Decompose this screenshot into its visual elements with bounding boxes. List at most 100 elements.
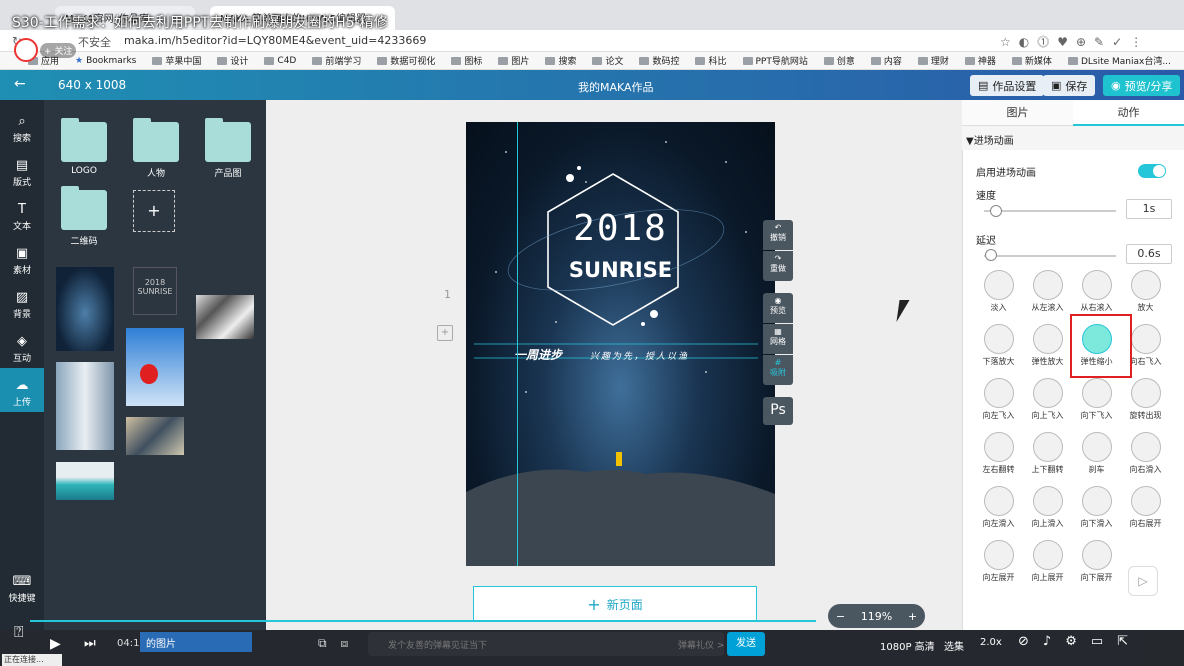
delay-slider-knob[interactable]: [985, 249, 997, 261]
save-button[interactable]: ▣ 保存: [1043, 75, 1096, 96]
bookmark-item[interactable]: DLsite Maniax台湾...: [1067, 54, 1171, 67]
new-page-button[interactable]: + 新页面: [473, 586, 757, 622]
avatar[interactable]: [14, 38, 38, 62]
image-thumbnail[interactable]: [56, 267, 114, 351]
animation-option[interactable]: 向上展开: [1023, 540, 1072, 583]
nav-layout[interactable]: ▤ 版式: [0, 158, 44, 188]
animation-option[interactable]: 上下翻转: [1023, 432, 1072, 475]
bookmark-item[interactable]: 图片: [498, 54, 529, 67]
animation-option[interactable]: 向左展开: [974, 540, 1023, 583]
grid-tool[interactable]: ▦ 网格: [763, 324, 793, 354]
folder-icon[interactable]: [205, 118, 251, 162]
folder-icon[interactable]: [61, 186, 107, 230]
image-thumbnail[interactable]: [56, 462, 114, 500]
bookmark-item[interactable]: 前端学习: [312, 54, 361, 67]
animation-option[interactable]: 向右展开: [1121, 486, 1170, 529]
enable-toggle[interactable]: [1138, 164, 1166, 178]
animation-option[interactable]: 下落放大: [974, 324, 1023, 367]
animation-option[interactable]: 向下飞入: [1072, 378, 1121, 421]
extension-icons[interactable]: ☆◐⓵♥⊕✎✓⋮: [1000, 33, 1150, 50]
folder-icon[interactable]: [133, 118, 179, 162]
video-progress-bar[interactable]: [30, 620, 816, 622]
animation-option[interactable]: 刹车: [1072, 432, 1121, 475]
bookmark-item[interactable]: 神器: [964, 54, 996, 67]
nav-background[interactable]: ▨ 背景: [0, 290, 44, 320]
delay-value-field[interactable]: 0.6s: [1126, 244, 1172, 264]
speed-slider-knob[interactable]: [990, 205, 1002, 217]
animation-option[interactable]: 旋转出现: [1121, 378, 1170, 421]
nav-search[interactable]: ⌕ 搜索: [0, 114, 44, 144]
danmaku-toggle-icons[interactable]: ⧉⧈: [318, 636, 362, 651]
animation-option[interactable]: 从左滚入: [1023, 270, 1072, 313]
speed-value-field[interactable]: 1s: [1126, 199, 1172, 219]
bookmark-item[interactable]: C4D: [264, 56, 296, 66]
bookmark-item[interactable]: ★ Bookmarks: [75, 56, 136, 66]
snap-tool[interactable]: # 吸附: [763, 355, 793, 385]
bookmark-item[interactable]: 图标: [451, 54, 482, 67]
speed-slider[interactable]: [984, 210, 1116, 212]
nav-text[interactable]: T 文本: [0, 202, 44, 232]
animation-option[interactable]: 向上飞入: [1023, 378, 1072, 421]
bookmark-item[interactable]: 理财: [917, 54, 949, 67]
bookmark-item[interactable]: 科比: [695, 54, 727, 67]
send-button[interactable]: 发送: [727, 632, 765, 656]
url-field[interactable]: maka.im/h5editor?id=LQY80ME4&event_uid=4…: [124, 34, 426, 47]
section-header[interactable]: ▼进场动画: [962, 126, 1184, 150]
image-thumbnail[interactable]: [126, 328, 184, 406]
episode-selector[interactable]: 选集: [944, 638, 964, 653]
player-control-icons[interactable]: ⊘♪⚙▭⇱: [1018, 634, 1142, 649]
bookmark-item[interactable]: 设计: [217, 54, 248, 67]
animation-option[interactable]: 向左飞入: [974, 378, 1023, 421]
nav-shortcuts[interactable]: ⌨ 快捷键: [0, 574, 44, 604]
folder-icon[interactable]: [61, 118, 107, 162]
bookmark-item[interactable]: 论文: [592, 54, 623, 67]
preview-share-button[interactable]: ◉ 预览/分享: [1103, 75, 1181, 96]
bookmark-item[interactable]: 内容: [870, 54, 902, 67]
play-overlay-icon[interactable]: ▷: [1128, 566, 1158, 596]
nav-material[interactable]: ▣ 素材: [0, 246, 44, 276]
image-thumbnail[interactable]: [126, 417, 184, 455]
poster-canvas[interactable]: 2018 SUNRISE 一周进步 兴趣为先，授人以渔: [466, 122, 775, 566]
zoom-in-button[interactable]: +: [908, 610, 917, 623]
animation-option[interactable]: 淡入: [974, 270, 1023, 313]
bookmark-item[interactable]: 苹果中国: [152, 54, 201, 67]
image-thumbnail[interactable]: 2018 SUNRISE: [133, 267, 177, 315]
preview-tool[interactable]: ◉ 预览: [763, 293, 793, 323]
animation-option[interactable]: 向下展开: [1072, 540, 1121, 583]
zoom-out-button[interactable]: −: [836, 610, 845, 623]
tab-image[interactable]: 图片: [962, 100, 1073, 126]
security-indicator[interactable]: 不安全: [78, 34, 111, 50]
speed-selector[interactable]: 2.0x: [980, 637, 1002, 648]
add-folder-button[interactable]: +: [133, 190, 175, 232]
danmaku-etiquette[interactable]: 弹幕礼仪 >: [678, 638, 724, 651]
quality-selector[interactable]: 1080P 高清: [880, 638, 935, 653]
image-thumbnail[interactable]: [196, 295, 254, 339]
animation-option[interactable]: 从右滚入: [1072, 270, 1121, 313]
tab-action[interactable]: 动作: [1073, 100, 1184, 126]
ps-tool[interactable]: Ps: [763, 397, 793, 425]
animation-option[interactable]: 向下滑入: [1072, 486, 1121, 529]
bookmark-item[interactable]: 数据可视化: [377, 54, 435, 67]
next-icon[interactable]: ⏭: [84, 636, 96, 651]
copy-page-icon[interactable]: +: [437, 325, 453, 341]
bookmark-item[interactable]: 搜索: [545, 54, 576, 67]
image-thumbnail[interactable]: [56, 362, 114, 450]
back-arrow-icon[interactable]: ←: [14, 76, 26, 92]
bookmark-item[interactable]: 新媒体: [1011, 54, 1052, 67]
bookmark-item[interactable]: 数码控: [639, 54, 679, 67]
animation-option[interactable]: 向右滑入: [1121, 432, 1170, 475]
help-icon[interactable]: ⍰: [14, 622, 24, 642]
delay-slider[interactable]: [984, 255, 1116, 257]
play-icon[interactable]: ▶: [50, 636, 61, 652]
animation-option[interactable]: 弹性放大: [1023, 324, 1072, 367]
redo-button[interactable]: ↷ 重做: [763, 251, 793, 281]
settings-button[interactable]: ▤ 作品设置: [970, 75, 1045, 96]
animation-option[interactable]: 向上滑入: [1023, 486, 1072, 529]
animation-option[interactable]: 左右翻转: [974, 432, 1023, 475]
nav-upload[interactable]: ☁ 上传: [0, 368, 44, 412]
bookmark-item[interactable]: PPT导航网站: [742, 54, 808, 67]
animation-option[interactable]: 放大: [1121, 270, 1170, 313]
bookmark-item[interactable]: 创意: [823, 54, 855, 67]
follow-button[interactable]: + 关注: [40, 43, 77, 58]
nav-interact[interactable]: ◈ 互动: [0, 334, 44, 364]
